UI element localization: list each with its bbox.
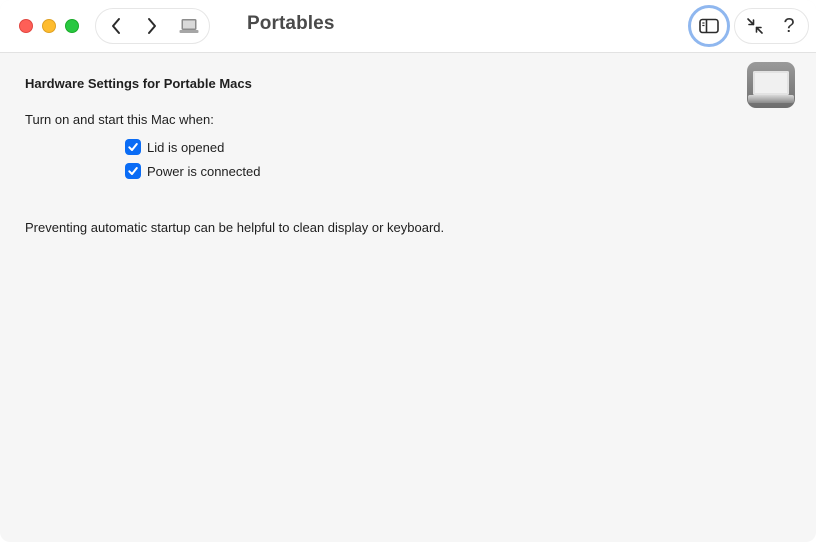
power-connected-option[interactable]: Power is connected (125, 163, 260, 179)
navigation-group (95, 8, 210, 44)
lid-opened-label: Lid is opened (147, 139, 225, 155)
shrink-window-button[interactable] (741, 9, 769, 43)
forward-button[interactable] (140, 9, 164, 43)
chevron-left-icon (112, 18, 120, 34)
sidebar-icon (699, 18, 719, 34)
lid-opened-option[interactable]: Lid is opened (125, 139, 224, 155)
startup-intro-label: Turn on and start this Mac when: (25, 112, 214, 127)
toolbar: Portables ? (0, 0, 816, 53)
settings-window: Portables ? Hardware Settings for Portab… (0, 0, 816, 542)
portables-nav-icon-button[interactable] (176, 9, 202, 43)
checkmark-icon (128, 167, 138, 175)
close-button[interactable] (19, 19, 33, 33)
sidebar-toggle-button[interactable] (688, 5, 730, 47)
content-pane: Hardware Settings for Portable Macs Turn… (0, 53, 816, 542)
checkmark-icon (128, 143, 138, 151)
section-heading: Hardware Settings for Portable Macs (25, 76, 252, 91)
minimize-button[interactable] (42, 19, 56, 33)
arrows-inward-icon (747, 18, 763, 34)
power-connected-label: Power is connected (147, 163, 261, 179)
window-title: Portables (247, 13, 335, 34)
lid-opened-checkbox[interactable] (125, 139, 141, 155)
chevron-right-icon (148, 18, 156, 34)
help-button[interactable]: ? (777, 9, 801, 43)
startup-note: Preventing automatic startup can be help… (25, 220, 445, 235)
zoom-button[interactable] (65, 19, 79, 33)
back-button[interactable] (104, 9, 128, 43)
laptop-icon (179, 19, 199, 33)
portable-mac-icon (747, 62, 795, 108)
power-connected-checkbox[interactable] (125, 163, 141, 179)
actions-group: ? (734, 8, 809, 44)
